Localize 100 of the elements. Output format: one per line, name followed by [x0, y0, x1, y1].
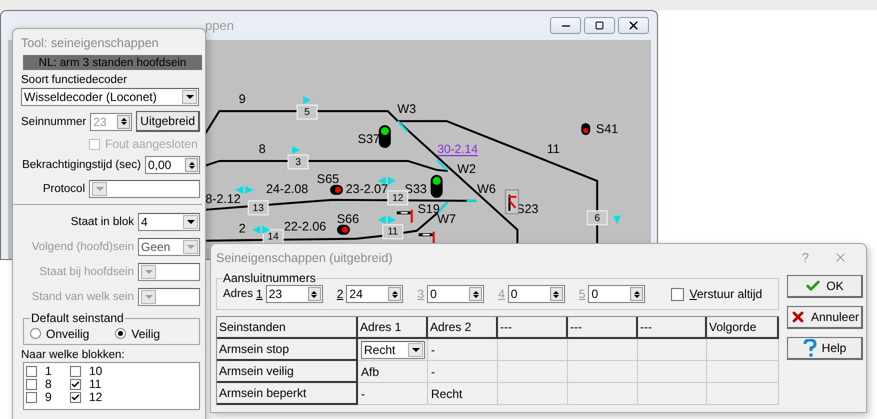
- cancel-button[interactable]: Annuleer: [787, 306, 863, 329]
- spin-button[interactable]: [388, 287, 402, 301]
- field-label: Staat bij hoofdsein: [39, 266, 134, 278]
- double-arrow: [378, 216, 396, 224]
- block-checkbox[interactable]: 9: [26, 390, 70, 404]
- block-checkbox[interactable]: 11: [70, 378, 130, 390]
- empty-table-cell: [498, 383, 568, 405]
- dialog-title: Seineigenschappen (uitgebreid): [216, 250, 394, 264]
- help-button[interactable]: Help: [787, 337, 863, 360]
- spin-button[interactable]: [185, 158, 198, 172]
- field-label: Seinnummer: [21, 116, 86, 128]
- send-always-checkbox[interactable]: Verstuur altijd: [671, 287, 762, 301]
- block-number[interactable]: 3: [288, 154, 309, 170]
- column-header: Seinstanden: [217, 317, 358, 339]
- signal-type-header: NL: arm 3 standen hoofdsein: [23, 55, 202, 70]
- row-header: Armsein stop: [217, 339, 358, 361]
- double-arrow: [378, 176, 396, 185]
- empty-table-cell: [498, 361, 568, 383]
- row-header: Armsein veilig: [217, 361, 358, 383]
- empty-table-cell: [707, 339, 779, 361]
- arm-signal: [504, 189, 519, 214]
- group-title: Aansluitnummers: [223, 271, 316, 285]
- field-label: Naar welke blokken:: [21, 348, 126, 360]
- table-cell: Recht: [428, 383, 498, 405]
- block-checkbox[interactable]: 12: [70, 390, 130, 404]
- close-button[interactable]: [618, 17, 649, 34]
- field-label: Adres: [223, 288, 254, 300]
- track-label: 8-2.12: [205, 192, 241, 206]
- track-label: S41: [596, 122, 618, 136]
- empty-table-cell: [568, 383, 638, 405]
- dropdown[interactable]: 4: [138, 212, 200, 230]
- column-header: Adres 1: [358, 317, 428, 339]
- radio-button[interactable]: Onveilig: [30, 326, 90, 340]
- arm-signal: [396, 210, 413, 223]
- block-number[interactable]: 6: [586, 210, 608, 226]
- track-label: 24-2.08: [266, 182, 308, 196]
- radio-button[interactable]: Veilig: [115, 326, 160, 340]
- maximize-button[interactable]: [584, 17, 615, 34]
- track-label: 8: [258, 142, 266, 156]
- track-label: 22-2.06: [284, 220, 326, 234]
- track-label: W7: [437, 212, 456, 226]
- spin-button[interactable]: [308, 287, 321, 301]
- block-number[interactable]: 5: [296, 104, 318, 120]
- question-mark-icon: [802, 339, 817, 357]
- field-label: Volgend (hoofd)sein: [32, 240, 134, 252]
- caret-icon[interactable]: [183, 214, 198, 228]
- decoder-dropdown[interactable]: Wisseldecoder (Loconet): [21, 88, 199, 106]
- spin-button[interactable]: [630, 287, 644, 301]
- ok-button[interactable]: OK: [787, 275, 863, 298]
- signal-light: [430, 174, 443, 198]
- spin-button[interactable]: [550, 287, 563, 301]
- block-checkbox[interactable]: 10: [70, 364, 130, 378]
- block-number[interactable]: 14: [262, 229, 284, 244]
- field-label: Stand van welk sein: [32, 290, 134, 302]
- arm-signal: [418, 232, 435, 245]
- column-header: Adres 2: [428, 317, 498, 339]
- track-label: S19: [418, 202, 440, 216]
- empty-table-cell: [638, 339, 707, 361]
- group-title: Default seinstand: [30, 311, 125, 325]
- column-header: ---: [568, 317, 638, 339]
- block-checkbox[interactable]: 1: [26, 364, 70, 378]
- track-label: W3: [397, 102, 416, 116]
- address-number: 1: [256, 287, 263, 301]
- track-label: W2: [457, 162, 476, 176]
- block-number[interactable]: 13: [248, 200, 269, 216]
- caret-icon[interactable]: [408, 342, 423, 356]
- address-field[interactable]: 23: [266, 285, 323, 303]
- block-number[interactable]: 11: [382, 224, 404, 240]
- track-label: S65: [316, 172, 340, 186]
- address-field[interactable]: 24: [346, 285, 404, 303]
- track-label: 23-2.07: [346, 182, 388, 196]
- time-field[interactable]: 0,00: [145, 156, 200, 174]
- track-label: S37: [358, 132, 380, 146]
- track-label: 2: [238, 222, 246, 236]
- extended-button[interactable]: Uitgebreid: [136, 111, 200, 132]
- double-arrow: [252, 226, 270, 234]
- table-cell: Afb: [358, 361, 428, 383]
- track-label: 11: [546, 142, 560, 156]
- cell-dropdown[interactable]: Recht: [361, 340, 425, 358]
- signal-light: [581, 123, 590, 136]
- direction-arrow: [613, 216, 622, 224]
- spin-button[interactable]: [469, 287, 482, 301]
- block-number[interactable]: 12: [387, 190, 408, 206]
- empty-table-cell: [568, 339, 638, 361]
- caret-icon[interactable]: [182, 90, 197, 104]
- window-title: ppen: [205, 18, 235, 33]
- address-number: 3: [417, 287, 424, 301]
- cross-icon: [790, 309, 806, 325]
- empty-table-cell: [498, 339, 568, 361]
- table-cell: -: [358, 383, 428, 405]
- empty-table-cell: [707, 361, 779, 383]
- address-number: 5: [578, 287, 586, 301]
- signal-light: [378, 125, 391, 148]
- signal-light: [336, 224, 350, 235]
- block-checkbox[interactable]: 8: [26, 378, 70, 390]
- signal-light: [330, 184, 343, 195]
- empty-table-cell: [568, 361, 638, 383]
- double-arrow: [235, 186, 254, 194]
- field-label: Protocol: [42, 183, 85, 195]
- empty-table-cell: [638, 383, 707, 405]
